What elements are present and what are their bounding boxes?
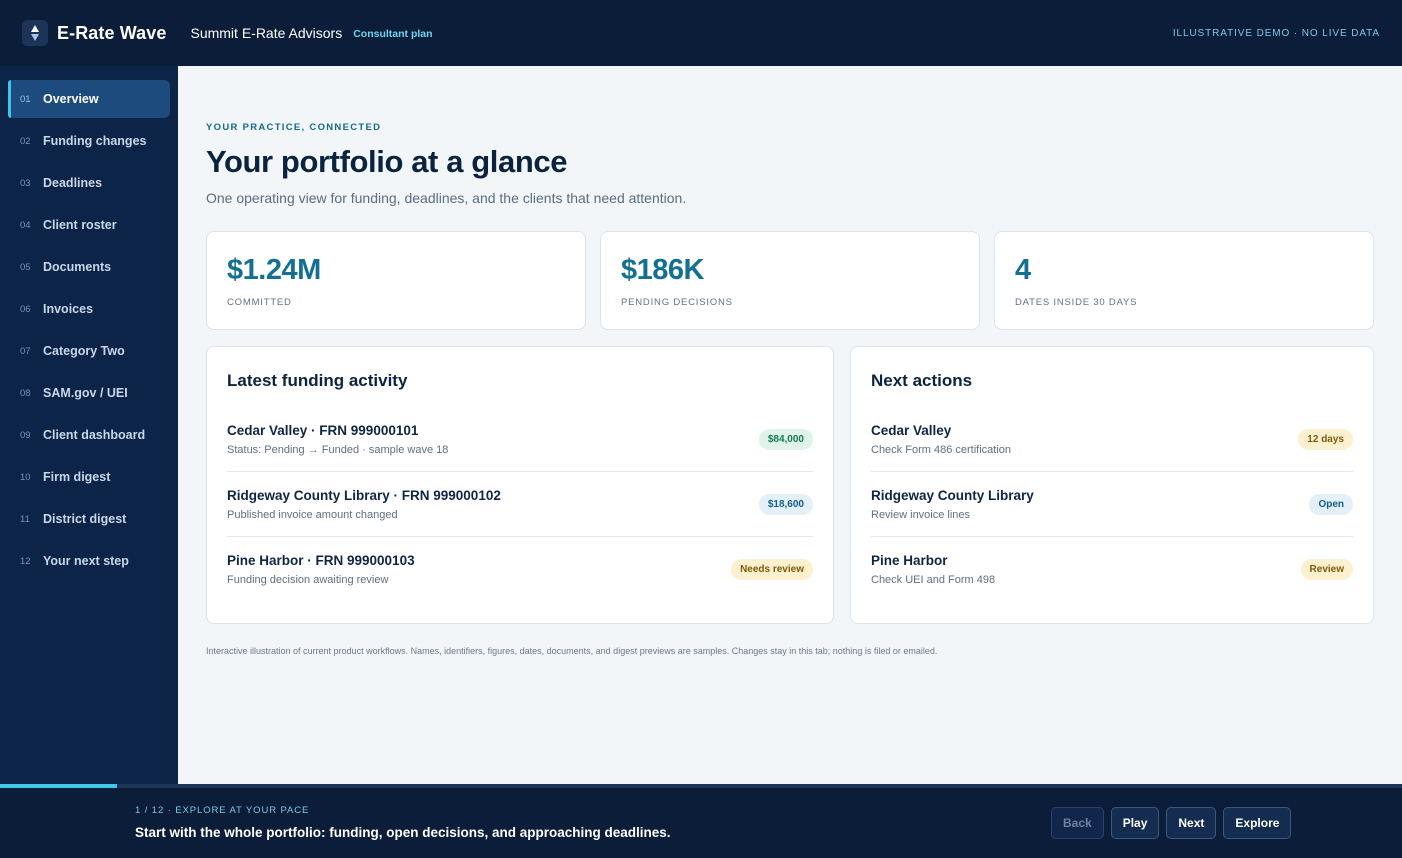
top-bar: E-Rate Wave Summit E-Rate Advisors Consu… [0, 0, 1402, 66]
sidebar-item-district-digest[interactable]: 11 District digest [8, 500, 170, 538]
action-row-title: Cedar Valley [871, 422, 952, 438]
sidebar-item-overview[interactable]: 01 Overview [8, 80, 170, 118]
status-badge: Needs review [731, 559, 813, 580]
next-button[interactable]: Next [1166, 807, 1217, 839]
stat-value: 4 [1015, 254, 1031, 286]
sidebar-item-number: 07 [20, 345, 31, 357]
stat-value: $186K [621, 254, 704, 286]
panel-title: Next actions [871, 371, 973, 390]
back-button[interactable]: Back [1051, 807, 1104, 839]
organization-name: Summit E-Rate Advisors [190, 25, 343, 41]
sidebar-item-category-two[interactable]: 07 Category Two [8, 332, 170, 370]
sidebar-item-firm-digest[interactable]: 10 Firm digest [8, 458, 170, 496]
sidebar-item-number: 12 [20, 555, 31, 567]
tour-step-counter: 1 / 12 · EXPLORE AT YOUR PACE [135, 805, 310, 816]
logo-icon [22, 20, 48, 46]
sidebar-item-label: Client roster [43, 218, 117, 232]
action-row-detail: Check Form 486 certification [871, 443, 1011, 456]
funding-row-title: Cedar Valley · FRN 999000101 [227, 422, 419, 438]
sidebar-item-number: 01 [20, 93, 31, 105]
sidebar-item-sam-gov-uei[interactable]: 08 SAM.gov / UEI [8, 374, 170, 412]
play-button[interactable]: Play [1110, 807, 1160, 839]
amount-badge: $18,600 [758, 493, 813, 515]
sidebar-item-number: 06 [20, 303, 31, 315]
stat-label: PENDING DECISIONS [621, 297, 733, 308]
sidebar-item-label: Invoices [43, 302, 94, 316]
action-row-detail: Check UEI and Form 498 [871, 574, 996, 586]
sidebar-item-number: 09 [20, 429, 31, 441]
action-row-detail: Review invoice lines [871, 508, 971, 521]
action-row[interactable]: Pine Harbor Check UEI and Form 498 Revie… [871, 537, 1353, 602]
sidebar-item-number: 08 [20, 387, 31, 399]
stat-label: COMMITTED [227, 297, 292, 308]
sidebar-item-documents[interactable]: 05 Documents [8, 248, 170, 286]
sidebar-item-label: Firm digest [43, 470, 111, 484]
status-badge: Open [1309, 493, 1353, 515]
stat-card-committed: $1.24M COMMITTED [206, 231, 586, 330]
sidebar-item-label: Deadlines [43, 176, 103, 190]
sidebar-item-client-dashboard[interactable]: 09 Client dashboard [8, 416, 170, 454]
disclaimer-footnote: Interactive illustration of current prod… [206, 646, 938, 656]
amount-badge: $84,000 [758, 428, 813, 450]
brand-name: E-Rate Wave [57, 22, 167, 43]
page-subtitle: One operating view for funding, deadline… [206, 190, 687, 206]
stat-card-pending-decisions: $186K PENDING DECISIONS [600, 231, 980, 330]
sidebar-item-label: Documents [43, 260, 112, 274]
sidebar-item-label: District digest [43, 512, 127, 526]
sidebar-item-label: Funding changes [43, 134, 147, 148]
funding-activity-panel: Latest funding activity Cedar Valley · F… [206, 346, 834, 624]
funding-row-detail: Published invoice amount changed [227, 508, 398, 521]
stat-value: $1.24M [227, 254, 321, 286]
section-eyebrow: YOUR PRACTICE, CONNECTED [206, 122, 382, 133]
sidebar-item-number: 03 [20, 177, 31, 189]
action-row-title: Pine Harbor [871, 553, 948, 568]
funding-row-detail: Status: Pending → Funded · sample wave 1… [227, 443, 449, 456]
panel-title: Latest funding activity [227, 371, 408, 390]
sidebar-item-label: Overview [43, 92, 99, 106]
stat-label: DATES INSIDE 30 DAYS [1015, 297, 1138, 308]
funding-row-title: Pine Harbor · FRN 999000103 [227, 553, 415, 568]
tour-step-description: Start with the whole portfolio: funding,… [135, 825, 671, 840]
main-content: YOUR PRACTICE, CONNECTED Your portfolio … [178, 66, 1402, 786]
sidebar-nav: 01 Overview 02 Funding changes 03 Deadli… [0, 66, 178, 786]
sidebar-item-label: Your next step [43, 554, 129, 568]
sidebar-item-number: 10 [20, 471, 31, 483]
action-row[interactable]: Cedar Valley Check Form 486 certificatio… [871, 407, 1353, 472]
demo-notice: ILLUSTRATIVE DEMO · NO LIVE DATA [1172, 28, 1380, 39]
sidebar-item-label: Category Two [43, 344, 125, 358]
sidebar-item-invoices[interactable]: 06 Invoices [8, 290, 170, 328]
tour-bar: 1 / 12 · EXPLORE AT YOUR PACE Start with… [0, 788, 1402, 858]
sidebar-item-funding-changes[interactable]: 02 Funding changes [8, 122, 170, 160]
funding-row-detail: Funding decision awaiting review [227, 574, 389, 586]
funding-row[interactable]: Cedar Valley · FRN 999000101 Status: Pen… [227, 407, 813, 472]
sidebar-item-label: SAM.gov / UEI [43, 386, 128, 400]
stats-row: $1.24M COMMITTED $186K PENDING DECISIONS… [206, 231, 1374, 330]
action-row[interactable]: Ridgeway County Library Review invoice l… [871, 472, 1353, 537]
action-row-title: Ridgeway County Library [871, 487, 1034, 503]
sidebar-item-label: Client dashboard [43, 428, 146, 442]
status-badge: Review [1300, 559, 1353, 580]
stat-card-dates-inside-30-days: 4 DATES INSIDE 30 DAYS [994, 231, 1374, 330]
next-actions-panel: Next actions Cedar Valley Check Form 486… [850, 346, 1374, 624]
sidebar-item-number: 11 [20, 513, 30, 525]
sidebar-item-your-next-step[interactable]: 12 Your next step [8, 542, 170, 580]
sidebar-item-deadlines[interactable]: 03 Deadlines [8, 164, 170, 202]
status-badge: 12 days [1298, 428, 1353, 450]
sidebar-item-number: 05 [20, 261, 31, 273]
sidebar-item-client-roster[interactable]: 04 Client roster [8, 206, 170, 244]
funding-row[interactable]: Pine Harbor · FRN 999000103 Funding deci… [227, 537, 813, 602]
explore-button[interactable]: Explore [1223, 807, 1292, 839]
plan-badge: Consultant plan [353, 28, 433, 40]
funding-row[interactable]: Ridgeway County Library · FRN 999000102 … [227, 472, 813, 537]
sidebar-item-number: 02 [20, 135, 31, 147]
funding-row-title: Ridgeway County Library · FRN 999000102 [227, 487, 501, 503]
sidebar-item-number: 04 [20, 219, 31, 231]
page-title: Your portfolio at a glance [206, 144, 568, 179]
tour-controls: Back Play Next Explore [1051, 807, 1292, 839]
